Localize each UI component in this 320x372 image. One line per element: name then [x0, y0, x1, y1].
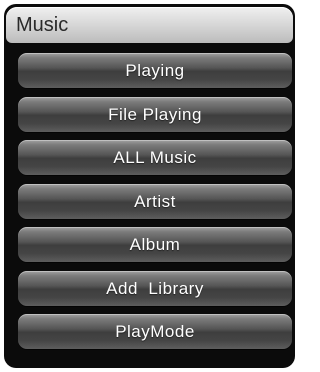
menu-item-add-library[interactable]: Add Library [18, 271, 292, 306]
music-menu-list: Playing File Playing ALL Music Artist Al… [4, 4, 295, 368]
menu-item-label: ALL Music [113, 147, 197, 167]
menu-item-artist[interactable]: Artist [18, 184, 292, 219]
menu-item-label: Playing [125, 60, 185, 80]
menu-item-playmode[interactable]: PlayMode [18, 314, 292, 349]
music-menu-screen: Music Playing File Playing ALL Music Art… [4, 4, 295, 368]
menu-item-all-music[interactable]: ALL Music [18, 140, 292, 175]
menu-item-label: PlayMode [115, 321, 195, 341]
menu-item-label: Artist [134, 191, 176, 211]
menu-item-label: File Playing [108, 104, 202, 124]
menu-item-label: Album [129, 234, 181, 254]
menu-item-album[interactable]: Album [18, 227, 292, 262]
menu-item-file-playing[interactable]: File Playing [18, 97, 292, 132]
menu-item-label: Add Library [106, 278, 204, 298]
menu-item-playing[interactable]: Playing [18, 53, 292, 88]
